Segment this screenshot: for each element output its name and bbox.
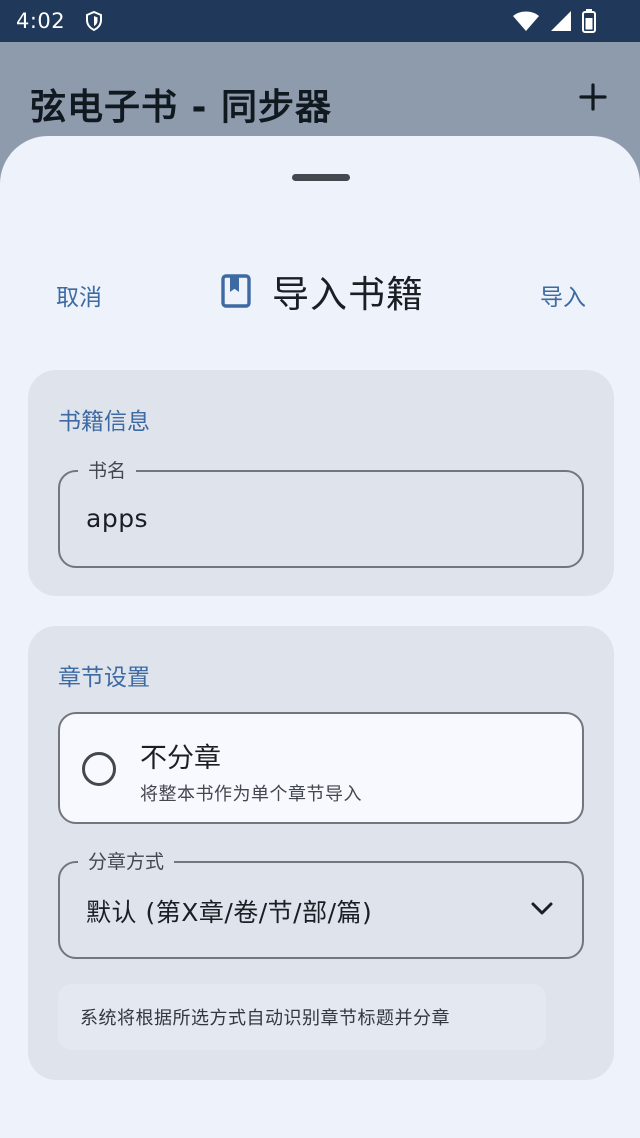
- sheet-title: 导入书籍: [272, 273, 424, 316]
- add-icon: [579, 83, 607, 111]
- split-method-label: 分章方式: [78, 847, 175, 874]
- chevron-down-icon[interactable]: [530, 901, 554, 917]
- signal-icon: [551, 11, 571, 31]
- book-name-field[interactable]: 书名 apps: [58, 456, 584, 568]
- book-name-input[interactable]: apps: [86, 504, 148, 533]
- import-button[interactable]: 导入: [540, 278, 586, 312]
- app-title: 弦电子书 - 同步器: [30, 87, 333, 128]
- no-split-option[interactable]: 不分章 将整本书作为单个章节导入: [58, 712, 584, 824]
- split-method-value: 默认 (第X章/卷/节/部/篇): [86, 898, 373, 927]
- radio-unchecked-icon[interactable]: [82, 752, 116, 786]
- chapter-settings-heading: 章节设置: [58, 665, 150, 691]
- split-hint-box: 系统将根据所选方式自动识别章节标题并分章: [58, 984, 546, 1050]
- wifi-icon: [513, 11, 539, 31]
- split-method-select[interactable]: 分章方式 默认 (第X章/卷/节/部/篇): [58, 847, 584, 959]
- book-info-heading: 书籍信息: [58, 409, 150, 435]
- book-info-card: 书籍信息 书名 apps: [28, 370, 614, 596]
- sheet-title-group: 导入书籍: [220, 264, 424, 318]
- drag-handle[interactable]: [292, 174, 350, 181]
- status-bar: 4:02: [0, 0, 640, 42]
- no-split-description: 将整本书作为单个章节导入: [140, 784, 362, 805]
- battery-icon: [582, 9, 596, 33]
- import-book-sheet: 取消 导入书籍 导入 书籍信息 书名 apps 章节设置 不分章 将整本书作为单…: [0, 136, 640, 1138]
- split-hint-text: 系统将根据所选方式自动识别章节标题并分章: [80, 1008, 450, 1029]
- cancel-button[interactable]: 取消: [56, 278, 102, 312]
- shield-icon: [86, 11, 103, 31]
- book-name-label: 书名: [78, 456, 137, 483]
- add-button[interactable]: [576, 80, 610, 114]
- chapter-settings-card: 章节设置 不分章 将整本书作为单个章节导入 分章方式 默认 (第X章/卷/节/部…: [28, 626, 614, 1080]
- book-icon: [221, 274, 251, 308]
- status-icons: [512, 9, 596, 33]
- no-split-title: 不分章: [140, 743, 221, 774]
- status-time: 4:02: [16, 9, 66, 33]
- sheet-header: 取消 导入书籍 导入: [0, 256, 640, 328]
